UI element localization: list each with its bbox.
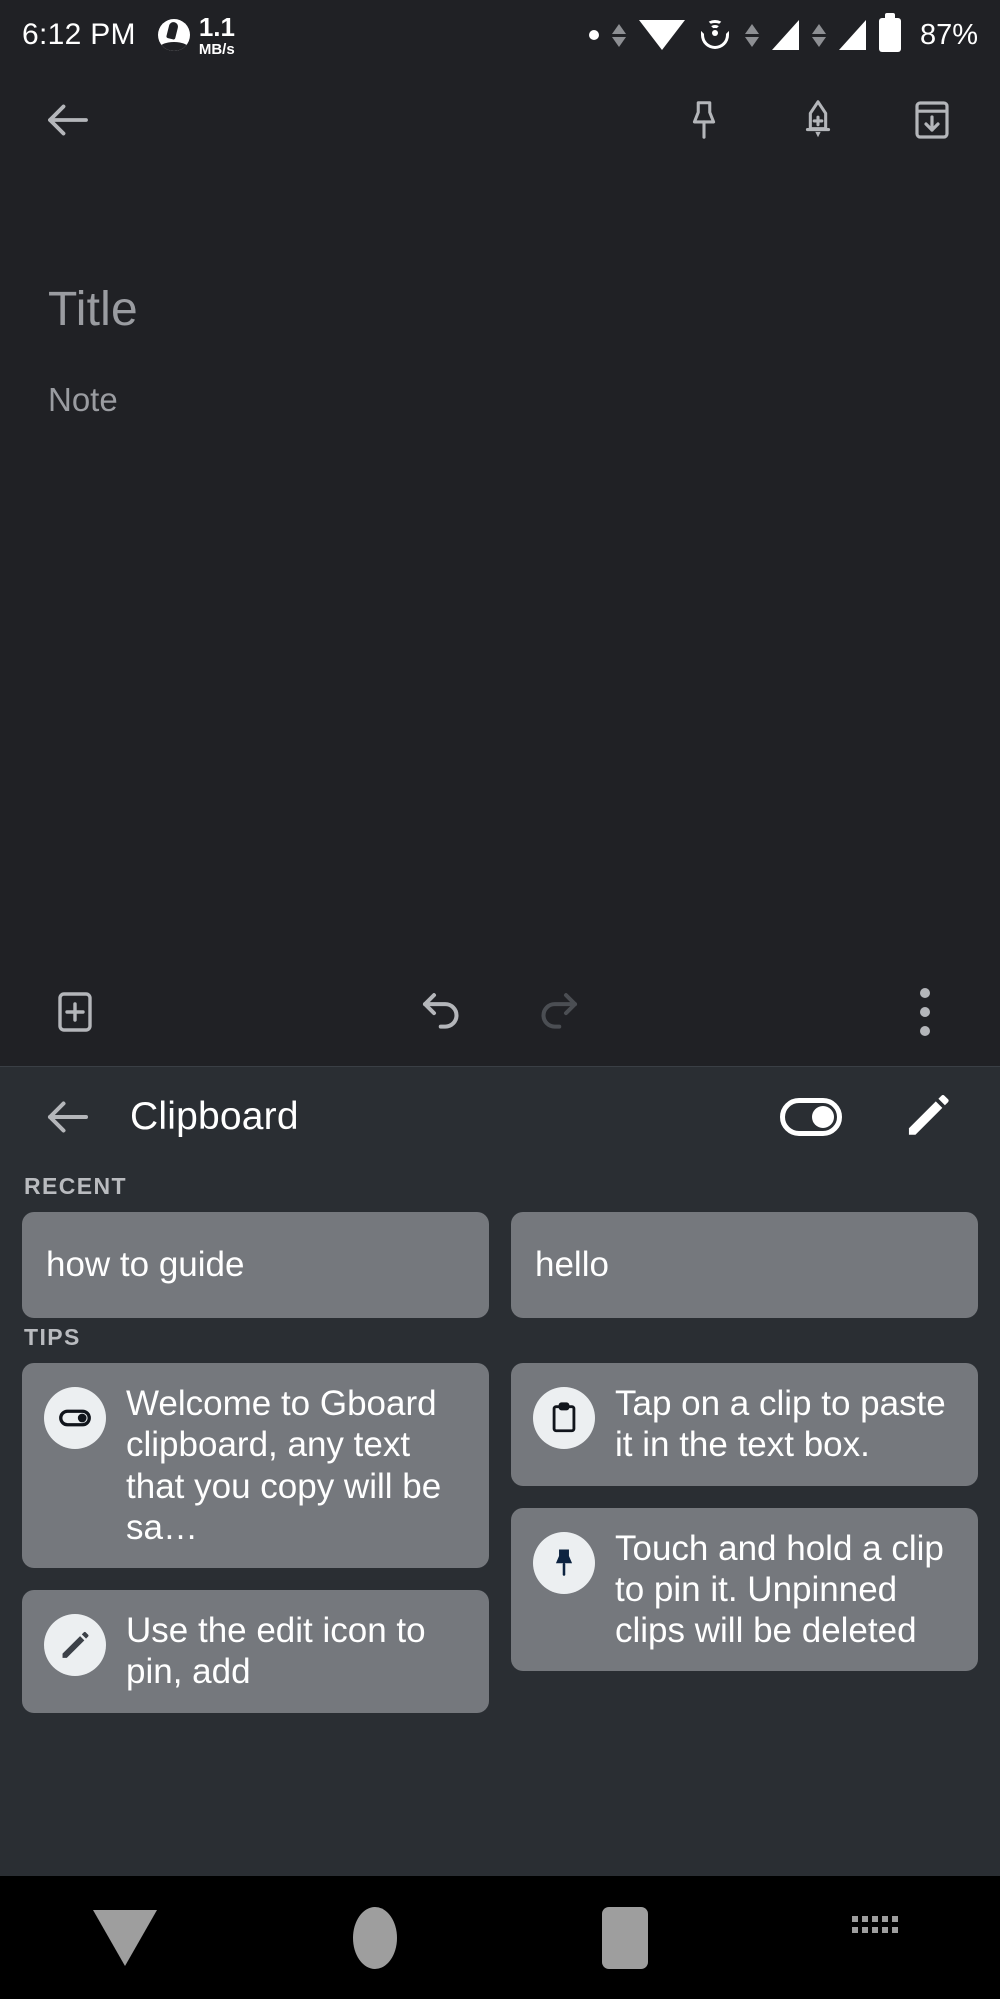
recent-clips-grid: how to guide hello	[0, 1212, 1000, 1318]
pencil-icon	[908, 1094, 949, 1135]
hide-keyboard-icon	[93, 1909, 157, 1966]
data-transfer-arrows-icon	[611, 23, 626, 47]
toggle-icon	[59, 1409, 91, 1427]
undo-button[interactable]	[416, 985, 470, 1039]
system-navigation-bar	[0, 1876, 1000, 1999]
recent-section-label: RECENT	[24, 1173, 127, 1199]
network-monitor-icon	[157, 19, 190, 51]
redo-button[interactable]	[530, 985, 584, 1039]
tip-card-welcome[interactable]: Welcome to Gboard clipboard, any text th…	[22, 1363, 489, 1569]
add-attachment-button[interactable]	[30, 988, 120, 1036]
recents-square-icon	[602, 1906, 648, 1969]
arrow-back-icon	[47, 1101, 89, 1133]
home-circle-icon	[353, 1906, 397, 1969]
nav-keyboard-switch-button[interactable]	[750, 1915, 1000, 1960]
note-body: Title Note	[0, 170, 1000, 958]
signal-icon-sim2	[838, 20, 866, 50]
nav-recents-button[interactable]	[500, 1906, 750, 1969]
tip-text: Welcome to Gboard clipboard, any text th…	[126, 1384, 442, 1547]
network-speed-unit: MB/s	[198, 40, 235, 58]
status-bar-right: 87%	[588, 13, 978, 52]
signal-icon-sim1	[771, 20, 799, 50]
arrow-back-icon	[48, 104, 88, 136]
pin-button[interactable]	[666, 82, 742, 158]
data-transfer-arrows-icon-2	[744, 23, 759, 47]
note-editor-app: 6:12 PM 1.1 MB/s 87% Title Note	[0, 0, 1000, 1066]
tip-icon-wrapper	[44, 1387, 106, 1449]
clipboard-header: Clipboard	[0, 1067, 1000, 1167]
tip-text: Touch and hold a clip to pin it. Unpinne…	[615, 1528, 944, 1651]
back-button[interactable]	[30, 82, 106, 158]
nav-home-button[interactable]	[250, 1906, 500, 1969]
add-box-icon	[58, 992, 92, 1032]
network-speed-value: 1.1	[198, 11, 235, 42]
clip-text: hello	[535, 1245, 609, 1285]
more-options-button[interactable]	[880, 988, 970, 1036]
clipboard-toggle[interactable]	[780, 1098, 842, 1136]
undo-icon	[422, 993, 459, 1029]
tip-card-edit[interactable]: Use the edit icon to pin, add	[22, 1590, 489, 1713]
status-bar-left: 6:12 PM 1.1 MB/s	[22, 14, 235, 57]
pin-icon	[692, 101, 716, 139]
note-bottom-bar	[0, 958, 1000, 1066]
clip-text: how to guide	[46, 1245, 245, 1285]
redo-icon	[541, 993, 578, 1029]
tip-text: Tap on a clip to paste it in the text bo…	[615, 1384, 946, 1465]
pencil-icon	[62, 1632, 89, 1659]
note-text-input[interactable]: Note	[48, 381, 952, 419]
archive-button[interactable]	[894, 82, 970, 158]
pin-icon	[555, 1549, 573, 1576]
clipboard-title: Clipboard	[130, 1095, 299, 1138]
note-toolbar	[0, 70, 1000, 170]
tip-icon-wrapper	[533, 1387, 595, 1449]
wifi-icon	[638, 20, 685, 50]
archive-icon	[915, 101, 949, 139]
battery-percent: 87%	[919, 18, 978, 51]
network-speed-indicator: 1.1 MB/s	[157, 11, 235, 58]
add-alarm-icon	[805, 100, 831, 138]
gboard-clipboard-panel: Clipboard RECENT how to guide hello TIPS	[0, 1066, 1000, 1876]
clipboard-edit-button[interactable]	[902, 1089, 954, 1146]
nav-hide-keyboard-button[interactable]	[0, 1909, 250, 1966]
clipboard-icon	[552, 1402, 576, 1433]
tip-card-paste[interactable]: Tap on a clip to paste it in the text bo…	[511, 1363, 978, 1486]
tip-icon-wrapper	[44, 1614, 106, 1677]
clipboard-back-button[interactable]	[30, 1079, 106, 1155]
reminder-button[interactable]	[780, 82, 856, 158]
tip-icon-wrapper	[533, 1531, 595, 1594]
cast-icon	[698, 18, 732, 52]
more-vert-icon	[920, 988, 930, 1036]
toggle-knob	[812, 1106, 834, 1128]
clip-item[interactable]: how to guide	[22, 1212, 489, 1318]
battery-icon	[878, 13, 901, 52]
notification-dot-icon	[588, 30, 599, 40]
tip-text: Use the edit icon to pin, add	[126, 1611, 426, 1692]
tips-section-label: TIPS	[24, 1324, 81, 1350]
keyboard-switch-icon	[849, 1915, 901, 1960]
data-transfer-arrows-icon-3	[811, 23, 826, 47]
status-time: 6:12 PM	[22, 18, 136, 51]
tip-card-pin[interactable]: Touch and hold a clip to pin it. Unpinne…	[511, 1507, 978, 1672]
note-title-input[interactable]: Title	[48, 282, 952, 337]
status-bar: 6:12 PM 1.1 MB/s 87%	[0, 0, 1000, 70]
tips-grid: Welcome to Gboard clipboard, any text th…	[0, 1363, 1000, 1713]
clip-item[interactable]: hello	[511, 1212, 978, 1318]
